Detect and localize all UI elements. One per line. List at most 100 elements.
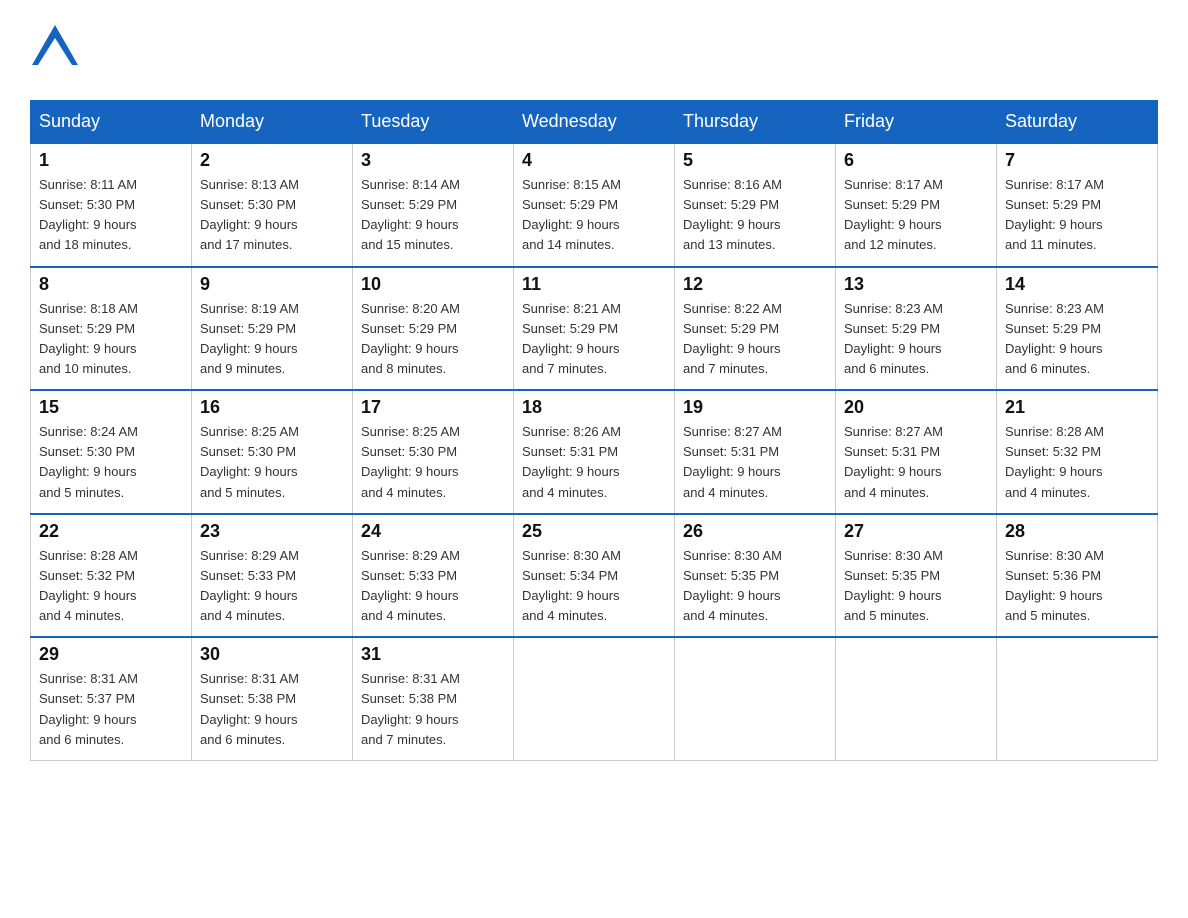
calendar-cell: 3 Sunrise: 8:14 AMSunset: 5:29 PMDaylight… xyxy=(353,143,514,267)
day-number: 14 xyxy=(1005,274,1149,295)
calendar-cell: 6Sunrise: 8:17 AMSunset: 5:29 PMDaylight… xyxy=(836,143,997,267)
header-sunday: Sunday xyxy=(31,101,192,144)
calendar-cell: 14 Sunrise: 8:23 AMSunset: 5:29 PMDayligh… xyxy=(997,267,1158,391)
day-info: Sunrise: 8:29 AMSunset: 5:33 PMDaylight:… xyxy=(361,546,505,627)
calendar-cell: 11 Sunrise: 8:21 AMSunset: 5:29 PMDayligh… xyxy=(514,267,675,391)
day-number: 7 xyxy=(1005,150,1149,171)
day-number: 26 xyxy=(683,521,827,542)
calendar-cell xyxy=(514,637,675,760)
day-number: 8 xyxy=(39,274,183,295)
calendar-cell: 26 Sunrise: 8:30 AMSunset: 5:35 PMDayligh… xyxy=(675,514,836,638)
calendar-cell: 31 Sunrise: 8:31 AMSunset: 5:38 PMDayligh… xyxy=(353,637,514,760)
day-info: Sunrise: 8:30 AMSunset: 5:35 PMDaylight:… xyxy=(683,546,827,627)
day-info: Sunrise: 8:25 AMSunset: 5:30 PMDaylight:… xyxy=(361,422,505,503)
day-number: 15 xyxy=(39,397,183,418)
calendar-cell: 23 Sunrise: 8:29 AMSunset: 5:33 PMDayligh… xyxy=(192,514,353,638)
calendar-cell: 20 Sunrise: 8:27 AMSunset: 5:31 PMDayligh… xyxy=(836,390,997,514)
day-info: Sunrise: 8:19 AMSunset: 5:29 PMDaylight:… xyxy=(200,299,344,380)
day-info: Sunrise: 8:30 AMSunset: 5:35 PMDaylight:… xyxy=(844,546,988,627)
day-info: Sunrise: 8:17 AMSunset: 5:29 PMDaylight:… xyxy=(1005,175,1149,256)
calendar-cell: 4 Sunrise: 8:15 AMSunset: 5:29 PMDaylight… xyxy=(514,143,675,267)
calendar-cell: 9 Sunrise: 8:19 AMSunset: 5:29 PMDaylight… xyxy=(192,267,353,391)
calendar-cell: 13 Sunrise: 8:23 AMSunset: 5:29 PMDayligh… xyxy=(836,267,997,391)
calendar-cell: 22Sunrise: 8:28 AMSunset: 5:32 PMDayligh… xyxy=(31,514,192,638)
day-info: Sunrise: 8:22 AMSunset: 5:29 PMDaylight:… xyxy=(683,299,827,380)
day-number: 11 xyxy=(522,274,666,295)
day-number: 6 xyxy=(844,150,988,171)
logo xyxy=(30,20,86,80)
calendar-week-row: 22Sunrise: 8:28 AMSunset: 5:32 PMDayligh… xyxy=(31,514,1158,638)
day-info: Sunrise: 8:18 AMSunset: 5:29 PMDaylight:… xyxy=(39,299,183,380)
day-number: 3 xyxy=(361,150,505,171)
day-number: 29 xyxy=(39,644,183,665)
day-info: Sunrise: 8:30 AMSunset: 5:34 PMDaylight:… xyxy=(522,546,666,627)
calendar-cell: 12 Sunrise: 8:22 AMSunset: 5:29 PMDayligh… xyxy=(675,267,836,391)
calendar-cell: 19 Sunrise: 8:27 AMSunset: 5:31 PMDayligh… xyxy=(675,390,836,514)
calendar-cell: 17 Sunrise: 8:25 AMSunset: 5:30 PMDayligh… xyxy=(353,390,514,514)
day-number: 4 xyxy=(522,150,666,171)
day-number: 9 xyxy=(200,274,344,295)
day-info: Sunrise: 8:23 AMSunset: 5:29 PMDaylight:… xyxy=(844,299,988,380)
calendar-cell: 5 Sunrise: 8:16 AMSunset: 5:29 PMDaylight… xyxy=(675,143,836,267)
calendar-cell: 2 Sunrise: 8:13 AMSunset: 5:30 PMDaylight… xyxy=(192,143,353,267)
day-info: Sunrise: 8:26 AMSunset: 5:31 PMDaylight:… xyxy=(522,422,666,503)
calendar-cell xyxy=(836,637,997,760)
calendar-cell: 8 Sunrise: 8:18 AMSunset: 5:29 PMDaylight… xyxy=(31,267,192,391)
day-number: 13 xyxy=(844,274,988,295)
day-number: 2 xyxy=(200,150,344,171)
calendar-cell xyxy=(675,637,836,760)
day-number: 12 xyxy=(683,274,827,295)
header-monday: Monday xyxy=(192,101,353,144)
day-info: Sunrise: 8:11 AMSunset: 5:30 PMDaylight:… xyxy=(39,175,183,256)
header-tuesday: Tuesday xyxy=(353,101,514,144)
day-number: 27 xyxy=(844,521,988,542)
day-number: 17 xyxy=(361,397,505,418)
calendar-cell: 7 Sunrise: 8:17 AMSunset: 5:29 PMDaylight… xyxy=(997,143,1158,267)
day-info: Sunrise: 8:20 AMSunset: 5:29 PMDaylight:… xyxy=(361,299,505,380)
calendar-week-row: 8 Sunrise: 8:18 AMSunset: 5:29 PMDaylight… xyxy=(31,267,1158,391)
header-thursday: Thursday xyxy=(675,101,836,144)
day-number: 20 xyxy=(844,397,988,418)
day-info: Sunrise: 8:25 AMSunset: 5:30 PMDaylight:… xyxy=(200,422,344,503)
day-number: 30 xyxy=(200,644,344,665)
day-info: Sunrise: 8:24 AMSunset: 5:30 PMDaylight:… xyxy=(39,422,183,503)
calendar-cell: 24 Sunrise: 8:29 AMSunset: 5:33 PMDayligh… xyxy=(353,514,514,638)
day-info: Sunrise: 8:13 AMSunset: 5:30 PMDaylight:… xyxy=(200,175,344,256)
header-saturday: Saturday xyxy=(997,101,1158,144)
day-number: 28 xyxy=(1005,521,1149,542)
day-number: 21 xyxy=(1005,397,1149,418)
calendar-cell: 21Sunrise: 8:28 AMSunset: 5:32 PMDayligh… xyxy=(997,390,1158,514)
calendar-cell: 25 Sunrise: 8:30 AMSunset: 5:34 PMDayligh… xyxy=(514,514,675,638)
calendar-week-row: 1 Sunrise: 8:11 AMSunset: 5:30 PMDaylight… xyxy=(31,143,1158,267)
day-info: Sunrise: 8:27 AMSunset: 5:31 PMDaylight:… xyxy=(683,422,827,503)
calendar-cell: 1 Sunrise: 8:11 AMSunset: 5:30 PMDaylight… xyxy=(31,143,192,267)
calendar-cell: 28 Sunrise: 8:30 AMSunset: 5:36 PMDayligh… xyxy=(997,514,1158,638)
day-info: Sunrise: 8:14 AMSunset: 5:29 PMDaylight:… xyxy=(361,175,505,256)
calendar-cell xyxy=(997,637,1158,760)
header-wednesday: Wednesday xyxy=(514,101,675,144)
calendar-week-row: 15 Sunrise: 8:24 AMSunset: 5:30 PMDayligh… xyxy=(31,390,1158,514)
day-info: Sunrise: 8:27 AMSunset: 5:31 PMDaylight:… xyxy=(844,422,988,503)
day-number: 10 xyxy=(361,274,505,295)
calendar-cell: 16Sunrise: 8:25 AMSunset: 5:30 PMDayligh… xyxy=(192,390,353,514)
day-info: Sunrise: 8:23 AMSunset: 5:29 PMDaylight:… xyxy=(1005,299,1149,380)
calendar-cell: 18Sunrise: 8:26 AMSunset: 5:31 PMDayligh… xyxy=(514,390,675,514)
day-number: 25 xyxy=(522,521,666,542)
day-info: Sunrise: 8:30 AMSunset: 5:36 PMDaylight:… xyxy=(1005,546,1149,627)
calendar-table: SundayMondayTuesdayWednesdayThursdayFrid… xyxy=(30,100,1158,761)
day-number: 19 xyxy=(683,397,827,418)
day-number: 5 xyxy=(683,150,827,171)
day-number: 31 xyxy=(361,644,505,665)
day-number: 24 xyxy=(361,521,505,542)
logo-icon xyxy=(30,20,80,80)
day-info: Sunrise: 8:31 AMSunset: 5:38 PMDaylight:… xyxy=(361,669,505,750)
day-info: Sunrise: 8:21 AMSunset: 5:29 PMDaylight:… xyxy=(522,299,666,380)
day-info: Sunrise: 8:29 AMSunset: 5:33 PMDaylight:… xyxy=(200,546,344,627)
day-number: 1 xyxy=(39,150,183,171)
page-header xyxy=(30,20,1158,80)
calendar-header-row: SundayMondayTuesdayWednesdayThursdayFrid… xyxy=(31,101,1158,144)
day-info: Sunrise: 8:16 AMSunset: 5:29 PMDaylight:… xyxy=(683,175,827,256)
calendar-cell: 30Sunrise: 8:31 AMSunset: 5:38 PMDayligh… xyxy=(192,637,353,760)
day-number: 23 xyxy=(200,521,344,542)
day-info: Sunrise: 8:15 AMSunset: 5:29 PMDaylight:… xyxy=(522,175,666,256)
